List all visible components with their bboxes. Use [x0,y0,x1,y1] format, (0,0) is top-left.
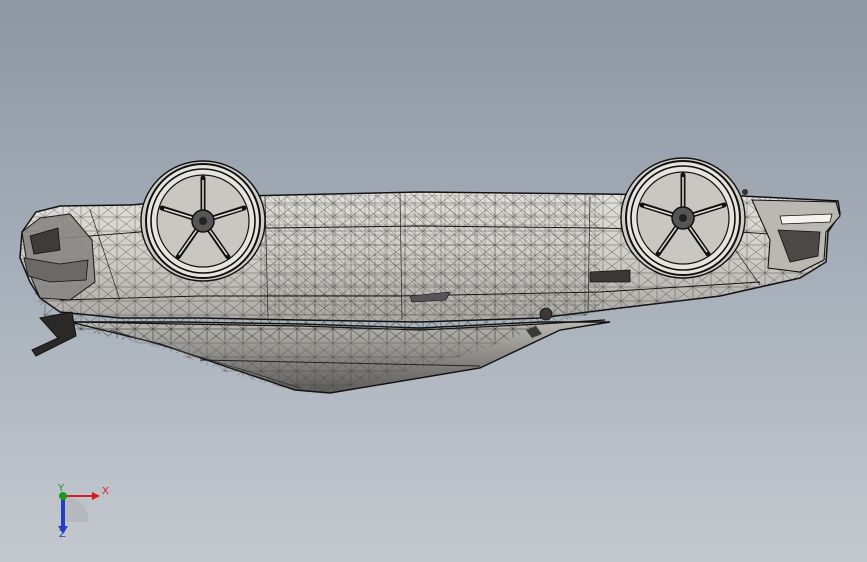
front-wheel[interactable] [140,160,266,282]
z-axis-label: Z [59,529,66,540]
rear-wheel[interactable] [620,157,746,279]
graphics-viewport[interactable]: X Y Z [0,0,867,562]
car-model[interactable] [0,0,867,562]
x-axis-label: X [102,486,109,497]
y-axis-label: Y [58,483,65,494]
orientation-triad: X Y Z [40,480,120,550]
